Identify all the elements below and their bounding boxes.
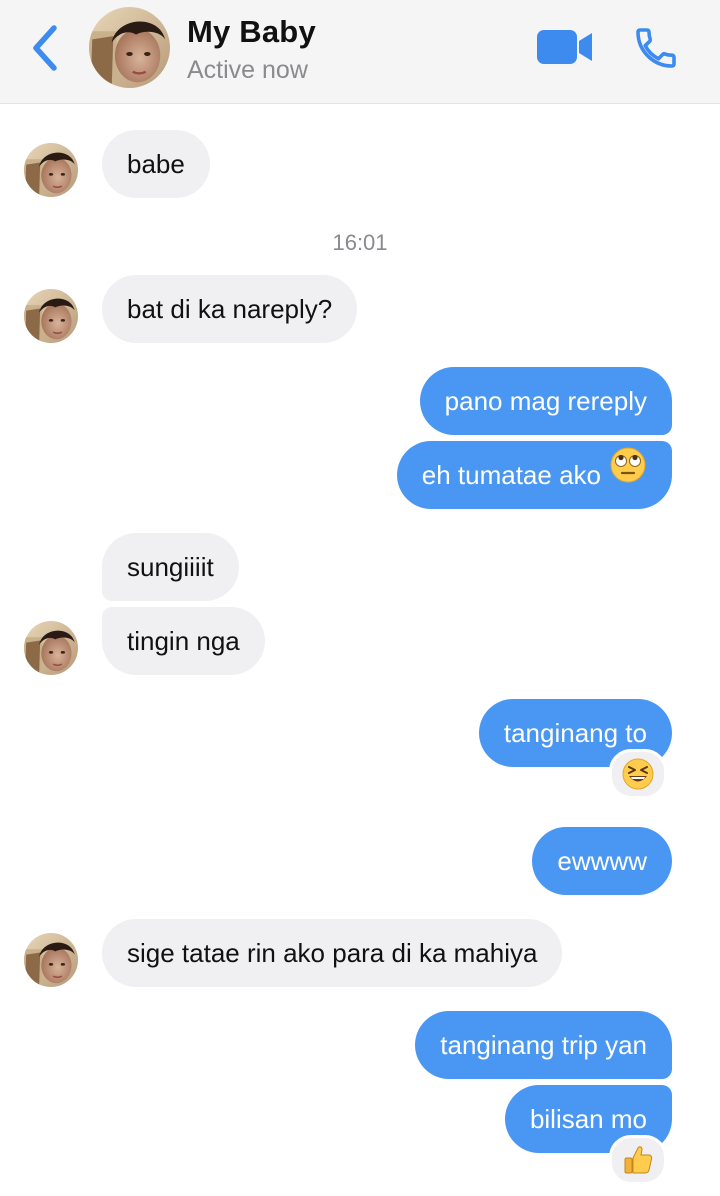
back-button[interactable] — [24, 22, 68, 74]
grinning-squinting-face-icon — [622, 758, 654, 790]
message-text: eh tumatae ako — [421, 460, 601, 490]
outgoing-message[interactable]: eh tumatae ako — [396, 441, 672, 509]
outgoing-message[interactable]: tanginang trip yan — [415, 1011, 672, 1079]
incoming-message[interactable]: sungiiiit — [102, 533, 239, 601]
video-camera-icon — [537, 30, 592, 64]
incoming-message[interactable]: bat di ka nareply? — [102, 275, 358, 343]
incoming-message[interactable]: tingin nga — [102, 607, 265, 675]
message-timestamp: 16:01 — [332, 230, 388, 255]
outgoing-message[interactable]: pano mag rereply — [419, 367, 672, 435]
thumbs-up-icon — [624, 1146, 653, 1174]
contact-name[interactable]: My Baby — [187, 14, 316, 50]
contact-avatar-small[interactable] — [24, 621, 78, 675]
contact-avatar[interactable] — [89, 7, 170, 88]
message-reaction[interactable] — [609, 1135, 667, 1185]
video-call-button[interactable] — [536, 29, 594, 65]
message-reaction[interactable] — [609, 749, 667, 799]
voice-call-button[interactable] — [632, 24, 680, 72]
incoming-message[interactable]: babe — [102, 130, 210, 198]
face-with-rolling-eyes-icon — [609, 441, 647, 509]
outgoing-message[interactable]: ewwww — [532, 827, 672, 895]
contact-avatar-small[interactable] — [24, 143, 78, 197]
contact-avatar-small[interactable] — [24, 933, 78, 987]
chat-screen: My Baby Active now babe 16:01 bat di ka … — [0, 0, 720, 1196]
chat-header: My Baby Active now — [0, 0, 720, 104]
contact-avatar-small[interactable] — [24, 289, 78, 343]
incoming-message[interactable]: sige tatae rin ako para di ka mahiya — [102, 919, 563, 987]
contact-status: Active now — [187, 56, 308, 84]
chevron-left-icon — [33, 25, 57, 71]
phone-icon — [636, 28, 676, 68]
